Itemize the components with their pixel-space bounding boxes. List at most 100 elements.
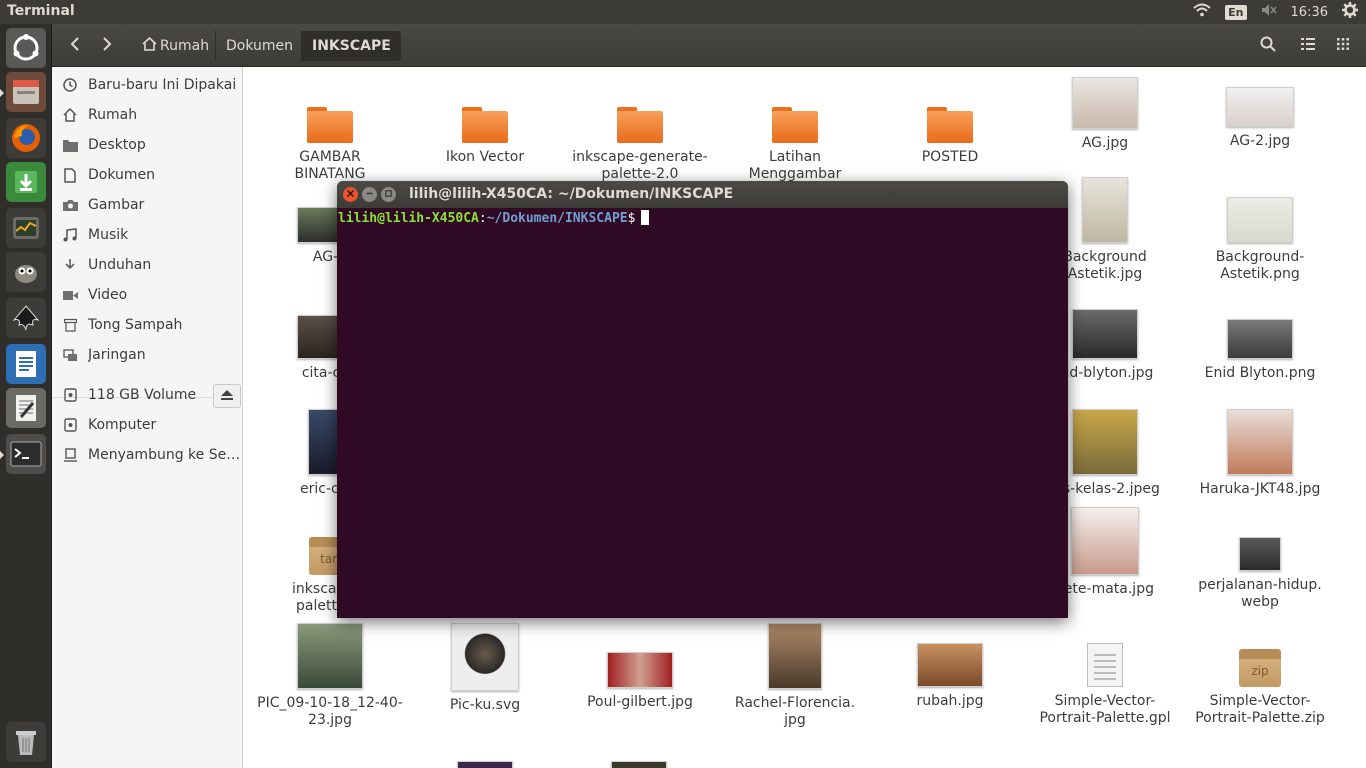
text-editor-icon[interactable] [6, 388, 46, 428]
sidebar-item-unduhan[interactable]: Unduhan [52, 251, 243, 279]
places-sidebar: Baru-baru Ini Dipakai Rumah Desktop Doku… [52, 67, 243, 768]
sidebar-item-musik[interactable]: Musik [52, 221, 243, 249]
drive-icon [62, 417, 78, 433]
file-item[interactable]: Rachel-Florencia. jpg [720, 623, 870, 729]
home-icon [62, 107, 78, 123]
maximize-icon [385, 187, 392, 202]
file-item[interactable]: Simple-Vector- Portrait-Palette.gpl [1030, 635, 1180, 727]
breadcrumb-dokumen[interactable]: Dokumen [215, 31, 303, 61]
active-app-title: Terminal [7, 3, 75, 19]
sidebar-item-label: Desktop [88, 137, 146, 153]
terminal-titlebar[interactable]: lilih@lilih-X450CA: ~/Dokumen/INKSCAPE [337, 181, 1068, 208]
back-button[interactable] [61, 31, 89, 61]
breadcrumb-label: Rumah [160, 38, 210, 54]
sidebar-item-gambar[interactable]: Gambar [52, 191, 243, 219]
file-item[interactable]: POSTED [875, 87, 1025, 166]
breadcrumb-inkscape[interactable]: INKSCAPE [301, 31, 401, 61]
sidebar-item-trash[interactable]: Tong Sampah [52, 311, 243, 339]
file-item[interactable]: Enid Blyton.png [1185, 319, 1335, 382]
wifi-icon[interactable] [1193, 3, 1211, 21]
trash-icon[interactable] [6, 722, 46, 762]
image-thumbnail[interactable] [457, 761, 513, 768]
settings-gear-icon[interactable] [1342, 2, 1358, 22]
file-name: rubah.jpg [916, 693, 984, 709]
file-item[interactable]: Background- Astetik.png [1185, 197, 1335, 283]
search-icon [1260, 36, 1276, 56]
maximize-button[interactable] [381, 187, 396, 202]
prompt-path: ~/Dokumen/INKSCAPE [486, 211, 628, 226]
sidebar-item-video[interactable]: Video [52, 281, 243, 309]
image-thumbnail[interactable] [611, 761, 667, 768]
sidebar-item-dokumen[interactable]: Dokumen [52, 161, 243, 189]
sidebar-item-label: Musik [88, 227, 129, 243]
file-item[interactable]: inkscape-generate- palette-2.0 [565, 87, 715, 183]
image-thumbnail [451, 623, 519, 691]
terminal-title: lilih@lilih-X450CA: ~/Dokumen/INKSCAPE [409, 186, 734, 202]
breadcrumb-label: INKSCAPE [312, 38, 391, 54]
file-item[interactable]: GAMBAR BINATANG [255, 87, 405, 183]
sidebar-item-label: Unduhan [88, 257, 152, 273]
terminal-icon[interactable] [0, 434, 46, 474]
file-name: Latihan Menggambar [748, 149, 842, 182]
libreoffice-writer-icon[interactable] [6, 344, 46, 384]
inkscape-icon[interactable] [6, 298, 46, 338]
system-monitor-icon[interactable] [6, 208, 46, 248]
file-item[interactable]: rubah.jpg [875, 643, 1025, 710]
file-item[interactable]: AG.jpg [1030, 77, 1180, 152]
indicator-area: En 16:36 [1193, 0, 1358, 24]
camera-icon [62, 197, 78, 213]
file-name: Simple-Vector- Portrait-Palette.gpl [1039, 693, 1171, 726]
file-manager-headerbar: Rumah Dokumen INKSCAPE [52, 24, 1366, 67]
image-thumbnail [917, 643, 983, 687]
file-name: AG-2.jpg [1229, 133, 1291, 149]
sidebar-item-desktop[interactable]: Desktop [52, 131, 243, 159]
forward-button[interactable] [93, 31, 121, 61]
gimp-icon[interactable] [6, 252, 46, 292]
image-thumbnail [1227, 319, 1293, 359]
sidebar-item-home[interactable]: Rumah [52, 101, 243, 129]
file-name: Haruka-JKT48.jpg [1199, 481, 1321, 497]
software-updater-icon[interactable] [6, 162, 46, 202]
music-icon [62, 227, 78, 243]
launcher [0, 24, 52, 768]
file-item[interactable]: zip Simple-Vector- Portrait-Palette.zip [1185, 641, 1335, 727]
minimize-button[interactable] [362, 187, 377, 202]
eject-icon [221, 389, 233, 403]
image-thumbnail [1082, 177, 1128, 243]
file-item[interactable]: perjalanan-hidup. webp [1185, 537, 1335, 611]
sidebar-item-label: Rumah [88, 107, 138, 123]
document-icon [62, 167, 78, 183]
file-item[interactable]: Poul-gilbert.jpg [565, 652, 715, 711]
ubuntu-dash-icon[interactable] [6, 28, 46, 68]
file-item[interactable]: AG-2.jpg [1185, 87, 1335, 150]
volume-muted-icon[interactable] [1261, 3, 1277, 21]
clock[interactable]: 16:36 [1291, 5, 1328, 20]
top-panel: Terminal En 16:36 [0, 0, 1366, 24]
close-button[interactable] [343, 187, 358, 202]
keyboard-layout-indicator[interactable]: En [1225, 4, 1247, 20]
menu-button[interactable] [1328, 31, 1358, 61]
sidebar-item-computer[interactable]: Komputer [52, 411, 243, 439]
folder-icon [617, 107, 663, 143]
drive-icon [62, 387, 78, 403]
file-item[interactable]: Haruka-JKT48.jpg [1185, 409, 1335, 498]
image-thumbnail [1239, 537, 1281, 571]
files-icon[interactable] [0, 72, 46, 112]
eject-button[interactable] [213, 384, 241, 408]
file-item[interactable]: Pic-ku.svg [410, 623, 560, 714]
file-item[interactable]: PIC_09-10-18_12-40- 23.jpg [255, 623, 405, 729]
sidebar-item-network[interactable]: Jaringan [52, 341, 243, 369]
terminal-window[interactable]: lilih@lilih-X450CA: ~/Dokumen/INKSCAPE l… [337, 181, 1068, 618]
text-file-icon [1087, 643, 1123, 687]
sidebar-item-connect-server[interactable]: Menyambung ke Ser… [52, 441, 243, 469]
breadcrumb-home[interactable]: Rumah [132, 31, 219, 61]
list-view-button[interactable] [1293, 31, 1323, 61]
grid-menu-icon [1337, 38, 1349, 54]
sidebar-item-recent[interactable]: Baru-baru Ini Dipakai [52, 71, 243, 99]
search-button[interactable] [1253, 31, 1283, 61]
image-thumbnail [1227, 197, 1293, 243]
terminal-body[interactable]: lilih@lilih-X450CA:~/Dokumen/INKSCAPE$ [337, 208, 1068, 618]
file-item[interactable]: Ikon Vector [410, 87, 560, 166]
firefox-icon[interactable] [6, 118, 46, 158]
file-item[interactable]: Latihan Menggambar [720, 87, 870, 183]
